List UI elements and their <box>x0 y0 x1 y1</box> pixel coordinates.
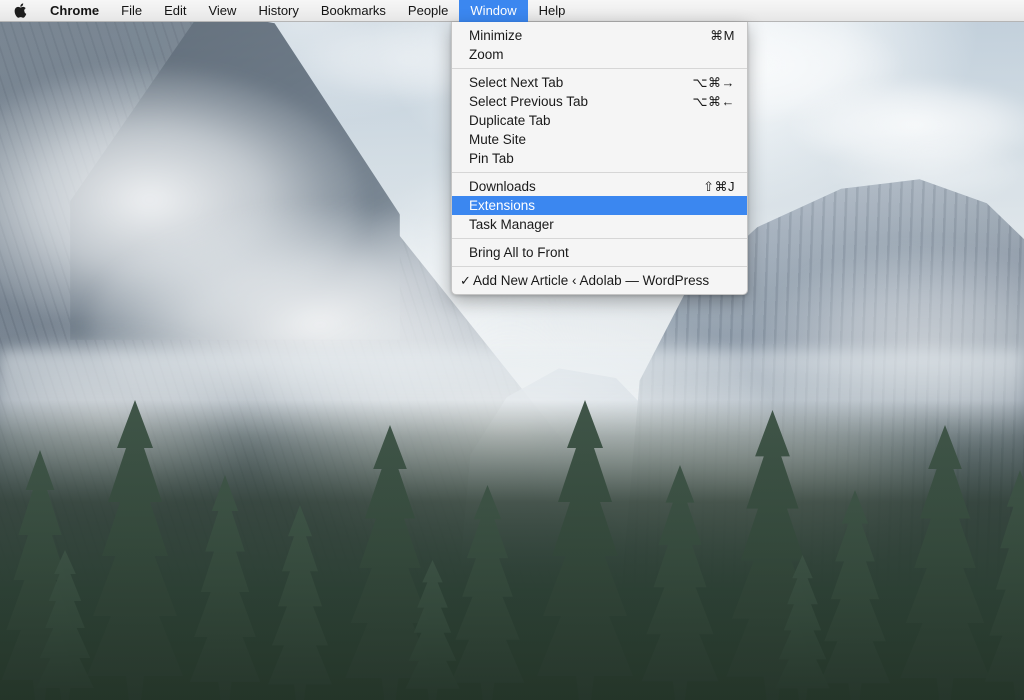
menu-item-shortcut: ⌥⌘→ <box>692 74 735 90</box>
pine-tree <box>268 505 332 700</box>
menubar-item-view[interactable]: View <box>197 0 247 22</box>
menu-separator <box>452 68 747 69</box>
menubar-item-window[interactable]: Window <box>459 0 528 22</box>
menu-item-label: Select Previous Tab <box>469 94 589 109</box>
menu-separator <box>452 266 747 267</box>
menu-bar: Chrome File Edit View History Bookmarks … <box>0 0 1024 22</box>
menu-item-open-window-adolab[interactable]: ✓ Add New Article ‹ Adolab — WordPress <box>452 271 747 290</box>
menu-item-label: Select Next Tab <box>469 75 564 90</box>
menu-item-shortcut: ⌘M <box>710 27 735 43</box>
menu-item-task-manager[interactable]: Task Manager <box>452 215 747 234</box>
menu-item-label: Duplicate Tab <box>469 113 551 128</box>
menu-item-label: Zoom <box>469 47 504 62</box>
menubar-item-chrome[interactable]: Chrome <box>39 0 110 22</box>
menu-separator <box>452 172 747 173</box>
menubar-item-help[interactable]: Help <box>528 0 577 22</box>
menu-item-shortcut: ⌥⌘← <box>692 93 735 109</box>
menubar-item-history[interactable]: History <box>247 0 309 22</box>
menu-item-minimize[interactable]: Minimize ⌘M <box>452 26 747 45</box>
menu-item-select-previous-tab[interactable]: Select Previous Tab ⌥⌘← <box>452 92 747 111</box>
menu-item-label: Minimize <box>469 28 523 43</box>
menu-item-bring-all-to-front[interactable]: Bring All to Front <box>452 243 747 262</box>
pine-tree <box>537 400 633 700</box>
menu-item-label: Bring All to Front <box>469 245 569 260</box>
menu-item-label: Task Manager <box>469 217 554 232</box>
menu-separator <box>452 238 747 239</box>
menubar-item-bookmarks[interactable]: Bookmarks <box>310 0 397 22</box>
menu-item-label: Extensions <box>469 198 536 213</box>
menu-item-shortcut: ⇧⌘J <box>703 178 735 194</box>
menu-item-extensions[interactable]: Extensions <box>452 196 747 215</box>
menu-item-duplicate-tab[interactable]: Duplicate Tab <box>452 111 747 130</box>
apple-logo-icon[interactable] <box>0 0 39 22</box>
menu-item-label: Pin Tab <box>469 151 514 166</box>
menu-item-label: Mute Site <box>469 132 527 147</box>
pine-tree <box>641 465 719 700</box>
window-menu-dropdown: Minimize ⌘M Zoom Select Next Tab ⌥⌘→ Sel… <box>451 22 748 295</box>
desktop: Chrome File Edit View History Bookmarks … <box>0 0 1024 700</box>
menubar-item-file[interactable]: File <box>110 0 153 22</box>
menu-item-label: Downloads <box>469 179 536 194</box>
menu-item-zoom[interactable]: Zoom <box>452 45 747 64</box>
menu-item-label: Add New Article ‹ Adolab — WordPress <box>473 273 710 288</box>
menu-item-downloads[interactable]: Downloads ⇧⌘J <box>452 177 747 196</box>
wallpaper-forest <box>0 400 1024 700</box>
checkmark-icon: ✓ <box>460 273 471 288</box>
menubar-item-edit[interactable]: Edit <box>153 0 197 22</box>
menubar-item-people[interactable]: People <box>397 0 459 22</box>
menu-item-mute-site[interactable]: Mute Site <box>452 130 747 149</box>
pine-tree <box>189 475 261 700</box>
menu-item-select-next-tab[interactable]: Select Next Tab ⌥⌘→ <box>452 73 747 92</box>
menu-item-pin-tab[interactable]: Pin Tab <box>452 149 747 168</box>
